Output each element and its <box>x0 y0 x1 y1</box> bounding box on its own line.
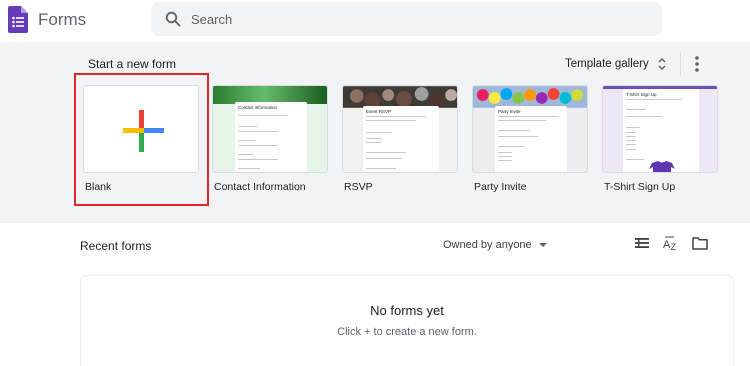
template-thumbnail: Event RSVP <box>342 85 458 173</box>
template-preview: Event RSVP <box>363 106 439 172</box>
selection-highlight <box>74 73 209 206</box>
search-input[interactable] <box>191 2 631 36</box>
preview-title: T-Shirt Sign Up <box>626 92 657 97</box>
empty-state-panel: No forms yet Click + to create a new for… <box>80 275 734 366</box>
preview-title: Contact information <box>238 105 278 110</box>
template-banner <box>473 86 587 108</box>
recent-forms-title: Recent forms <box>80 239 152 253</box>
search-bar[interactable] <box>151 2 662 36</box>
template-thumbnail: Contact information <box>212 85 328 173</box>
template-gallery-label: Template gallery <box>565 58 649 70</box>
divider <box>680 52 681 76</box>
unfold-more-icon <box>658 57 666 71</box>
template-preview: Party Invite <box>495 106 567 172</box>
template-gallery-button[interactable]: Template gallery <box>565 54 669 74</box>
section-title: Start a new form <box>88 57 177 71</box>
list-view-icon[interactable] <box>634 235 650 251</box>
template-thumbnail: T-Shirt Sign Up <box>602 85 718 173</box>
template-thumbnail: Party Invite <box>472 85 588 173</box>
template-label: RSVP <box>344 181 373 193</box>
preview-title: Party Invite <box>498 109 521 114</box>
empty-state-subtitle: Click + to create a new form. <box>337 326 477 338</box>
template-label: T-Shirt Sign Up <box>604 181 676 193</box>
owner-filter-label: Owned by anyone <box>443 239 532 251</box>
svg-text:Z: Z <box>671 242 677 251</box>
forms-logo-icon[interactable] <box>8 6 28 33</box>
folder-icon[interactable] <box>692 235 708 251</box>
dropdown-arrow-icon <box>538 243 547 247</box>
app-title[interactable]: Forms <box>38 10 86 30</box>
template-party-invite[interactable]: Party Invite Party Invite <box>472 85 588 193</box>
template-preview: Contact information <box>235 102 307 172</box>
template-banner <box>343 86 457 108</box>
search-icon[interactable] <box>165 11 181 27</box>
tshirt-image <box>649 161 675 172</box>
owner-filter-dropdown[interactable]: Owned by anyone <box>443 237 547 253</box>
preview-title: Event RSVP <box>366 109 392 114</box>
sort-az-icon[interactable]: A Z <box>663 235 679 251</box>
template-section: Start a new form Template gallery Blank <box>0 42 750 223</box>
template-tshirt-sign-up[interactable]: T-Shirt Sign Up T-Shirt Sign Up <box>602 85 718 193</box>
template-rsvp[interactable]: Event RSVP RSVP <box>342 85 458 193</box>
template-label: Party Invite <box>474 181 527 193</box>
empty-state-title: No forms yet <box>370 303 444 318</box>
more-options-icon[interactable] <box>690 54 704 74</box>
top-bar: Forms <box>0 0 750 42</box>
template-preview: T-Shirt Sign Up <box>623 89 699 172</box>
template-contact-information[interactable]: Contact information Contact Information <box>212 85 328 193</box>
template-label: Contact Information <box>214 181 306 193</box>
